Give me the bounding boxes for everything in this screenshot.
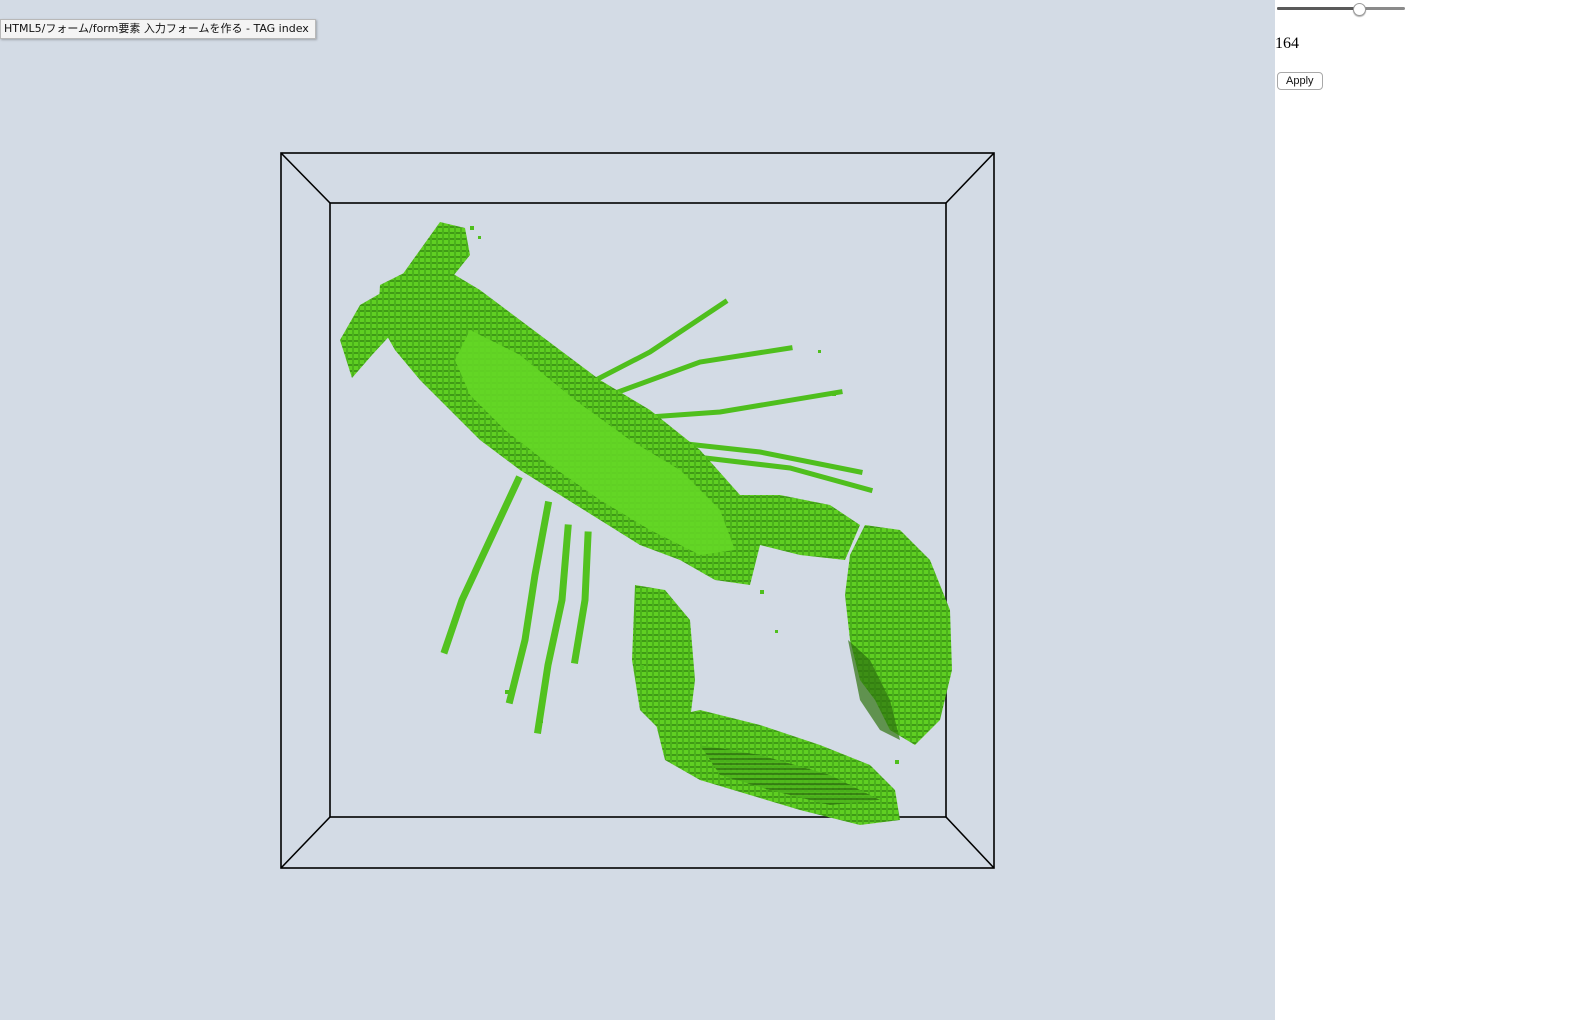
slider-thumb[interactable]: [1353, 3, 1366, 16]
scene-canvas[interactable]: [0, 0, 1275, 1020]
tooltip: HTML5/フォーム/form要素 入力フォームを作る - TAG index: [0, 19, 316, 39]
lobster-model: [340, 222, 952, 825]
slider-fill: [1277, 7, 1359, 10]
threshold-slider[interactable]: [1277, 0, 1407, 18]
lobster-claw-arm-lower: [632, 585, 695, 735]
control-panel: 164 Apply: [1275, 0, 1594, 1020]
lobster-claw-right: [845, 525, 952, 745]
slider-value: 164: [1275, 35, 1299, 52]
apply-button[interactable]: Apply: [1277, 72, 1323, 90]
3d-viewport[interactable]: HTML5/フォーム/form要素 入力フォームを作る - TAG index: [0, 0, 1275, 1020]
lobster-legs: [440, 475, 592, 734]
